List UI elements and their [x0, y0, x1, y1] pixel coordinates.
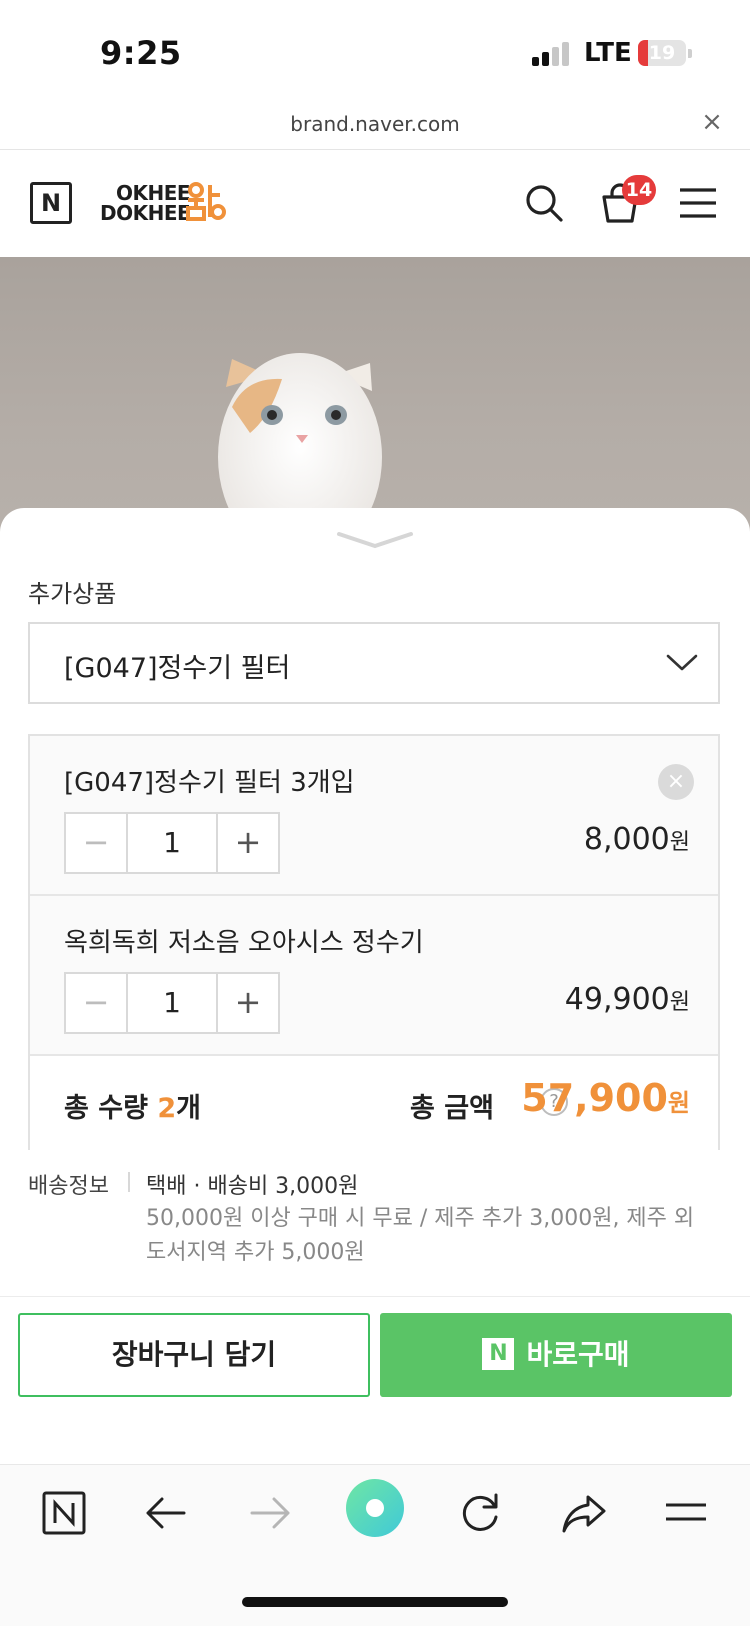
brand-logo-line2: DOKHEE [100, 201, 191, 225]
cellular-signal-icon [532, 42, 572, 66]
buy-now-button[interactable]: N 바로구매 [380, 1313, 732, 1397]
battery-cap [688, 49, 692, 58]
remove-option-icon[interactable]: × [658, 764, 694, 800]
total-qty-suffix: 개 [176, 1093, 201, 1124]
quantity-stepper: − 1 + [64, 972, 280, 1034]
shipping-fee: 택배 · 배송비 3,000원 [146, 1174, 359, 1199]
naver-n-logo[interactable]: N [30, 182, 72, 224]
back-arrow-icon[interactable] [140, 1487, 192, 1539]
cat-photo [218, 353, 382, 547]
status-time: 9:25 [100, 34, 182, 72]
add-to-cart-button[interactable]: 장바구니 담기 [18, 1313, 370, 1397]
option-price: 8,000원 [584, 822, 690, 857]
currency-unit: 원 [667, 1089, 690, 1117]
url-text[interactable]: brand.naver.com [0, 112, 750, 136]
total-qty-prefix: 총 수량 [64, 1093, 158, 1124]
status-bar: 9:25 LTE 19 [0, 0, 750, 108]
green-dot-home-icon[interactable] [346, 1479, 404, 1537]
network-type: LTE [584, 38, 632, 68]
currency-unit: 원 [669, 990, 690, 1015]
shipping-fee-detail: 50,000원 이상 구매 시 무료 / 제주 추가 3,000원, 제주 외 … [146, 1206, 695, 1265]
total-amount-label: 총 금액 [410, 1093, 494, 1124]
currency-unit: 원 [669, 830, 690, 855]
site-header: N OKHEE DOKHEE 14 [0, 151, 750, 257]
purchase-action-bar: 장바구니 담기 N 바로구매 [0, 1296, 750, 1414]
option-name: [G047]정수기 필터 3개입 [64, 768, 355, 798]
shipping-info-label: 배송정보 [28, 1174, 109, 1199]
divider [128, 1172, 130, 1192]
search-icon[interactable] [522, 181, 566, 225]
naver-n-icon[interactable] [38, 1487, 90, 1539]
additional-product-label: 추가상품 [28, 580, 117, 608]
home-indicator [242, 1597, 508, 1607]
increase-button[interactable]: + [216, 974, 278, 1032]
option-price-value: 49,900 [564, 982, 670, 1017]
additional-product-select[interactable]: [G047]정수기 필터 [28, 622, 720, 704]
forward-arrow-icon[interactable] [244, 1487, 296, 1539]
total-amount-value: 57,900 [521, 1076, 668, 1120]
option-price-value: 8,000 [583, 822, 670, 857]
battery-icon: 19 [638, 40, 686, 66]
browser-toolbar [0, 1464, 750, 1626]
cart-count-badge: 14 [622, 175, 656, 205]
decrease-button[interactable]: − [66, 974, 128, 1032]
total-summary: 총 수량 2개 총 금액 ? 57,900원 [30, 1056, 718, 1150]
hamburger-menu-icon[interactable] [676, 181, 720, 225]
decrease-button[interactable]: − [66, 814, 128, 872]
total-qty-number: 2 [157, 1093, 177, 1124]
quantity-value[interactable]: 1 [128, 814, 216, 872]
buy-now-label: 바로구매 [526, 1338, 630, 1371]
selected-options-panel: [G047]정수기 필터 3개입 × − 1 + 8,000원 옥희독희 저소음… [28, 734, 720, 1150]
chevron-down-icon [666, 654, 698, 671]
increase-button[interactable]: + [216, 814, 278, 872]
close-icon[interactable]: × [700, 108, 724, 136]
option-bottom-sheet: 추가상품 [G047]정수기 필터 [G047]정수기 필터 3개입 × − 1… [0, 508, 750, 1626]
total-quantity: 총 수량 2개 [64, 1086, 201, 1125]
naver-pay-icon: N [482, 1338, 515, 1370]
option-price: 49,900원 [565, 982, 690, 1017]
reload-icon[interactable] [454, 1487, 506, 1539]
option-row: [G047]정수기 필터 3개입 × − 1 + 8,000원 [30, 736, 718, 896]
total-amount: 57,900원 [521, 1076, 690, 1120]
brand-logo[interactable]: OKHEE DOKHEE [100, 181, 230, 227]
url-bar: brand.naver.com × [0, 108, 750, 150]
product-hero-image [0, 257, 750, 547]
option-name: 옥희독희 저소음 오아시스 정수기 [64, 928, 424, 958]
battery-level: 19 [648, 42, 676, 64]
brand-logo-mark [186, 182, 226, 221]
quantity-stepper: − 1 + [64, 812, 280, 874]
select-value: [G047]정수기 필터 [64, 653, 291, 684]
menu-icon[interactable] [660, 1487, 712, 1539]
sheet-collapse-chevron-icon[interactable] [335, 528, 415, 554]
quantity-value[interactable]: 1 [128, 974, 216, 1032]
share-icon[interactable] [558, 1487, 610, 1539]
brand-logo-line1: OKHEE [116, 181, 191, 205]
option-row: 옥희독희 저소음 오아시스 정수기 − 1 + 49,900원 [30, 896, 718, 1056]
